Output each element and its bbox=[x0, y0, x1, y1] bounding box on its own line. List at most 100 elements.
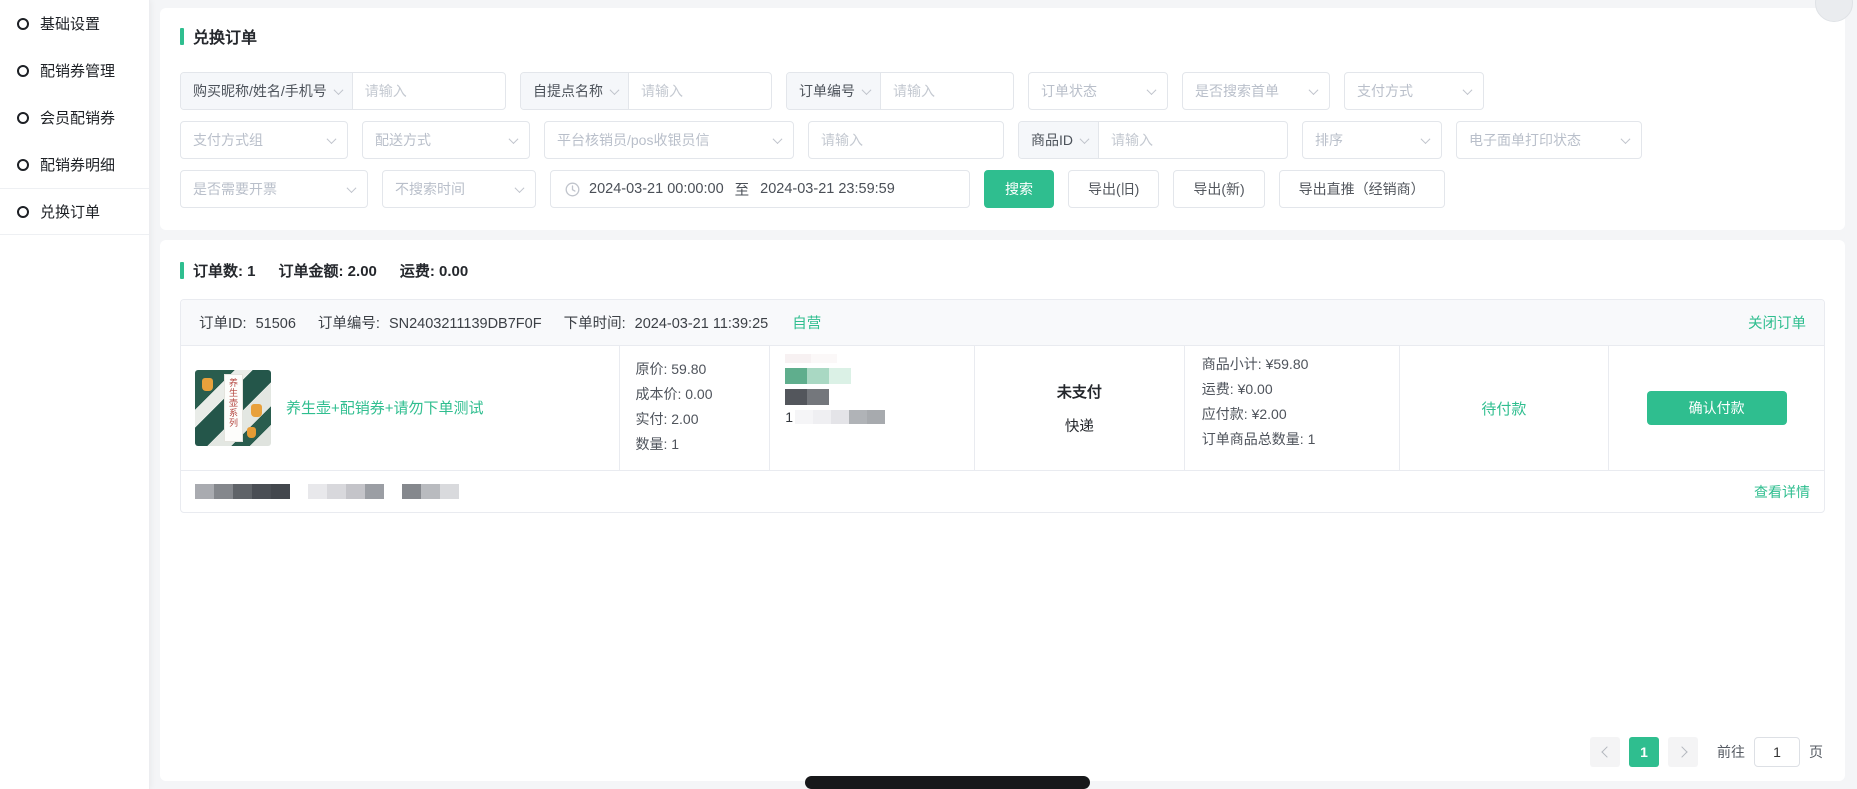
chevron-down-icon bbox=[1463, 85, 1473, 95]
order-no-label: 订单编号: bbox=[318, 316, 380, 332]
export-direct-button[interactable]: 导出直推（经销商） bbox=[1279, 170, 1445, 208]
filter-first-order-select[interactable]: 是否搜索首单 bbox=[1182, 72, 1330, 110]
redacted-block bbox=[327, 484, 346, 499]
filter-pickup-input[interactable] bbox=[629, 73, 767, 109]
product-column: 养生壶系列 养生壶+配销券+请勿下单测试 bbox=[181, 346, 620, 470]
filter-delivery-select[interactable]: 配送方式 bbox=[362, 121, 530, 159]
filter-buyer-select[interactable]: 购买昵称/姓名/手机号 bbox=[181, 73, 353, 109]
clock-icon bbox=[565, 182, 580, 197]
chevron-down-icon bbox=[1147, 85, 1157, 95]
delivery-method: 快递 bbox=[1065, 415, 1094, 436]
filter-product-id: 商品ID bbox=[1018, 121, 1288, 159]
sidebar-item-basic-settings[interactable]: 基础设置 bbox=[0, 0, 149, 47]
filter-pay-method-select[interactable]: 支付方式 bbox=[1344, 72, 1484, 110]
sidebar-item-coupon-detail[interactable]: 配销券明细 bbox=[0, 141, 149, 188]
summary-order-count: 订单数: 1 bbox=[193, 260, 256, 281]
summary-accent-bar bbox=[180, 262, 184, 279]
action-column: 确认付款 bbox=[1609, 346, 1824, 470]
filter-invoice-select[interactable]: 是否需要开票 bbox=[180, 170, 368, 208]
filter-sort-label: 排序 bbox=[1315, 130, 1343, 150]
chevron-down-icon bbox=[1309, 85, 1319, 95]
chevron-down-icon bbox=[610, 85, 620, 95]
filter-order-status-select[interactable]: 订单状态 bbox=[1028, 72, 1168, 110]
order-id-value: 51506 bbox=[256, 316, 296, 332]
filters-panel: 兑换订单 购买昵称/姓名/手机号 自提点名称 订单编号 bbox=[160, 8, 1845, 230]
redacted-block bbox=[811, 354, 837, 363]
original-price: 原价: 59.80 bbox=[635, 357, 769, 382]
sidebar-item-label: 基础设置 bbox=[40, 13, 100, 34]
export-new-button[interactable]: 导出(新) bbox=[1173, 170, 1264, 208]
page-unit-label: 页 bbox=[1809, 742, 1823, 762]
redacted-block bbox=[867, 410, 885, 424]
title-accent-bar bbox=[180, 28, 184, 45]
order-id: 订单ID: 51506 bbox=[199, 312, 296, 333]
product-image[interactable]: 养生壶系列 bbox=[195, 370, 271, 446]
date-end-value: 2024-03-21 23:59:59 bbox=[760, 181, 895, 197]
order-state-column: 待付款 bbox=[1400, 346, 1610, 470]
redacted-block bbox=[829, 368, 851, 384]
filter-order-status-label: 订单状态 bbox=[1041, 81, 1097, 101]
redacted-block bbox=[252, 484, 271, 499]
order-card-body: 养生壶系列 养生壶+配销券+请勿下单测试 原价: 59.80 成本价: 0.00… bbox=[181, 346, 1824, 470]
filter-pickup-select[interactable]: 自提点名称 bbox=[521, 73, 629, 109]
view-detail-link[interactable]: 查看详情 bbox=[1754, 482, 1810, 502]
chevron-down-icon bbox=[1421, 134, 1431, 144]
date-separator: 至 bbox=[735, 179, 750, 200]
close-order-link[interactable]: 关闭订单 bbox=[1748, 312, 1806, 333]
filter-product-id-label: 商品ID bbox=[1031, 130, 1073, 150]
filter-no-time-select[interactable]: 不搜索时间 bbox=[382, 170, 536, 208]
page-title: 兑换订单 bbox=[180, 24, 1825, 48]
redacted-block bbox=[271, 484, 290, 499]
orders-summary: 订单数: 1 订单金额: 2.00 运费: 0.00 bbox=[180, 260, 1825, 281]
order-no-value: SN2403211139DB7F0F bbox=[389, 316, 542, 332]
confirm-payment-button[interactable]: 确认付款 bbox=[1647, 391, 1787, 425]
customer-column: 1 bbox=[770, 346, 975, 470]
filter-order-no-input[interactable] bbox=[881, 73, 1011, 109]
goto-page-input[interactable] bbox=[1754, 737, 1800, 767]
redacted-block bbox=[849, 410, 867, 424]
filter-buyer-input[interactable] bbox=[353, 73, 489, 109]
redacted-block bbox=[785, 368, 807, 384]
next-page-button[interactable] bbox=[1668, 737, 1698, 767]
filter-verifier-select[interactable]: 平台核销员/pos收银员信 bbox=[544, 121, 794, 159]
date-start-value: 2024-03-21 00:00:00 bbox=[589, 181, 724, 197]
dock-indicator-bar bbox=[805, 776, 1090, 789]
product-name-link[interactable]: 养生壶+配销券+请勿下单测试 bbox=[286, 398, 484, 419]
main-content: 兑换订单 购买昵称/姓名/手机号 自提点名称 订单编号 bbox=[160, 0, 1857, 789]
redacted-customer-line bbox=[785, 354, 974, 363]
amounts-column: 商品小计: ¥59.80 运费: ¥0.00 应付款: ¥2.00 订单商品总数… bbox=[1185, 346, 1400, 470]
filter-eprint-select[interactable]: 电子面单打印状态 bbox=[1456, 121, 1642, 159]
filter-sort-select[interactable]: 排序 bbox=[1302, 121, 1442, 159]
export-old-button[interactable]: 导出(旧) bbox=[1068, 170, 1159, 208]
filter-order-no-select[interactable]: 订单编号 bbox=[787, 73, 881, 109]
filter-buyer: 购买昵称/姓名/手机号 bbox=[180, 72, 506, 110]
sidebar-item-label: 配销券明细 bbox=[40, 154, 115, 175]
filter-first-order-label: 是否搜索首单 bbox=[1195, 81, 1279, 101]
filter-product-id-input[interactable] bbox=[1099, 122, 1261, 158]
kettle-graphic bbox=[251, 404, 262, 417]
order-no: 订单编号: SN2403211139DB7F0F bbox=[318, 312, 542, 333]
cost-price: 成本价: 0.00 bbox=[635, 382, 769, 407]
sidebar-item-member-coupon[interactable]: 会员配销券 bbox=[0, 94, 149, 141]
order-card: 订单ID: 51506 订单编号: SN2403211139DB7F0F 下单时… bbox=[180, 299, 1825, 513]
prev-page-button[interactable] bbox=[1590, 737, 1620, 767]
paid-price: 实付: 2.00 bbox=[635, 407, 769, 432]
filter-row-2: 支付方式组 配送方式 平台核销员/pos收银员信 商品ID bbox=[180, 121, 1825, 159]
date-range-picker[interactable]: 2024-03-21 00:00:00 至 2024-03-21 23:59:5… bbox=[550, 170, 970, 208]
page-number-button[interactable]: 1 bbox=[1629, 737, 1659, 767]
filter-pay-group-label: 支付方式组 bbox=[193, 130, 263, 150]
order-time: 下单时间: 2024-03-21 11:39:25 bbox=[564, 312, 769, 333]
redacted-block bbox=[402, 484, 421, 499]
filter-pay-group-select[interactable]: 支付方式组 bbox=[180, 121, 348, 159]
chevron-left-icon bbox=[1601, 746, 1612, 757]
order-time-value: 2024-03-21 11:39:25 bbox=[635, 316, 769, 332]
sidebar-item-label: 会员配销券 bbox=[40, 107, 115, 128]
filter-order-no: 订单编号 bbox=[786, 72, 1014, 110]
sidebar-item-exchange-orders[interactable]: 兑换订单 bbox=[0, 188, 149, 235]
page-title-text: 兑换订单 bbox=[193, 24, 257, 48]
search-button[interactable]: 搜索 bbox=[984, 170, 1054, 208]
filter-verifier-input[interactable] bbox=[809, 122, 1003, 158]
filter-product-id-select[interactable]: 商品ID bbox=[1019, 122, 1099, 158]
sidebar-item-coupon-management[interactable]: 配销券管理 bbox=[0, 47, 149, 94]
sidebar-item-label: 兑换订单 bbox=[40, 201, 100, 222]
